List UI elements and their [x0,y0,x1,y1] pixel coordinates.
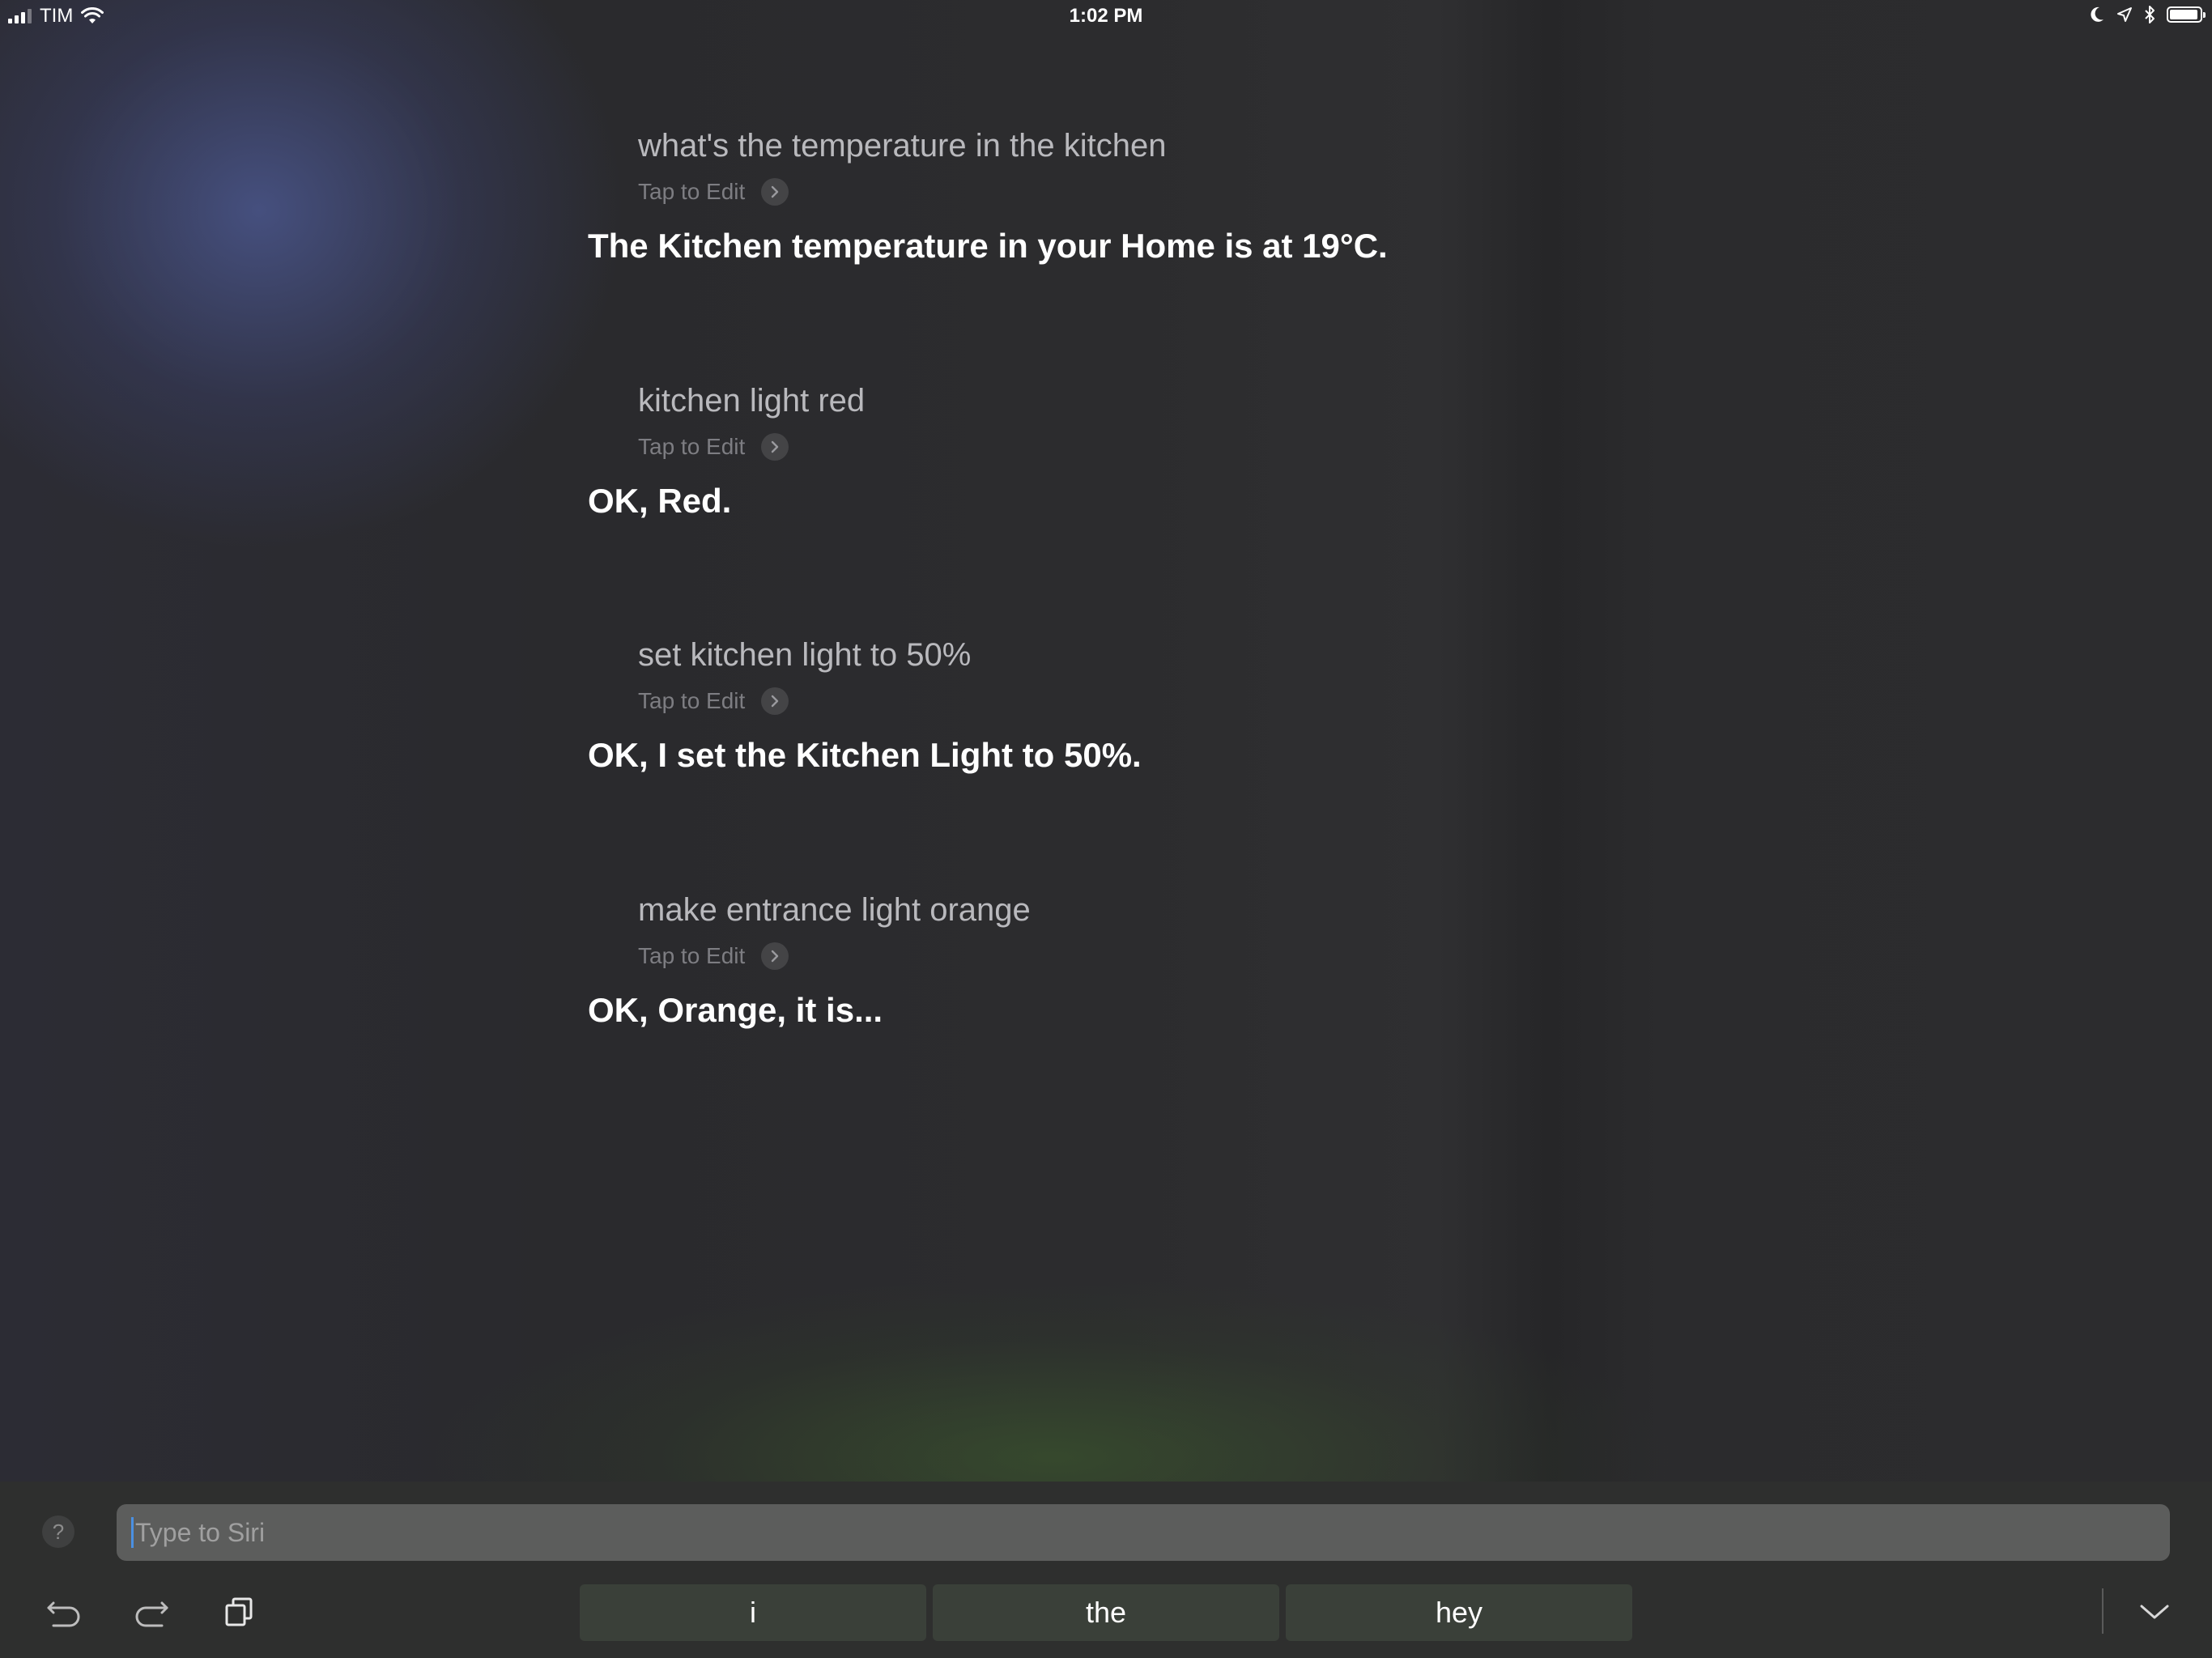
tap-to-edit-button[interactable]: Tap to Edit [638,687,789,715]
redo-icon[interactable] [131,1592,172,1632]
undo-icon[interactable] [44,1592,84,1632]
battery-icon [2167,6,2206,23]
chevron-right-icon[interactable] [761,687,789,715]
bluetooth-icon [2145,6,2155,23]
moon-icon [2091,6,2104,22]
tap-to-edit-label: Tap to Edit [638,688,746,713]
type-to-siri-input[interactable]: Type to Siri [117,1504,2170,1561]
chevron-right-icon[interactable] [761,942,789,970]
chevron-down-icon[interactable] [2134,1592,2175,1632]
tap-to-edit-label: Tap to Edit [638,179,746,204]
suggestion-3[interactable]: hey [1286,1584,1632,1641]
keyboard-divider [2102,1588,2104,1634]
status-time: 1:02 PM [1069,5,1143,27]
suggestion-1[interactable]: i [580,1584,926,1641]
user-query[interactable]: kitchen light red [638,383,865,419]
input-placeholder: Type to Siri [135,1517,266,1547]
siri-response: OK, Red. [588,482,732,520]
user-query[interactable]: set kitchen light to 50% [638,637,971,674]
status-bar: TIM 1:02 PM [0,0,2212,36]
tap-to-edit-button[interactable]: Tap to Edit [638,433,789,461]
tap-to-edit-button[interactable]: Tap to Edit [638,178,789,206]
user-query[interactable]: what's the temperature in the kitchen [638,128,1166,164]
siri-response: OK, I set the Kitchen Light to 50%. [588,736,1142,774]
location-icon [2117,7,2132,22]
siri-response: The Kitchen temperature in your Home is … [588,227,1388,265]
user-query[interactable]: make entrance light orange [638,892,1031,929]
paste-icon[interactable] [219,1592,259,1632]
tap-to-edit-button[interactable]: Tap to Edit [638,942,789,970]
text-cursor [131,1517,134,1548]
battery-fill [2170,10,2198,19]
help-button[interactable]: ? [42,1516,74,1548]
chevron-right-icon[interactable] [761,178,789,206]
suggestion-2[interactable]: the [933,1584,1279,1641]
siri-response: OK, Orange, it is... [588,991,883,1029]
chevron-right-icon[interactable] [761,433,789,461]
status-right [2089,5,2206,24]
tap-to-edit-label: Tap to Edit [638,943,746,968]
tap-to-edit-label: Tap to Edit [638,434,746,459]
